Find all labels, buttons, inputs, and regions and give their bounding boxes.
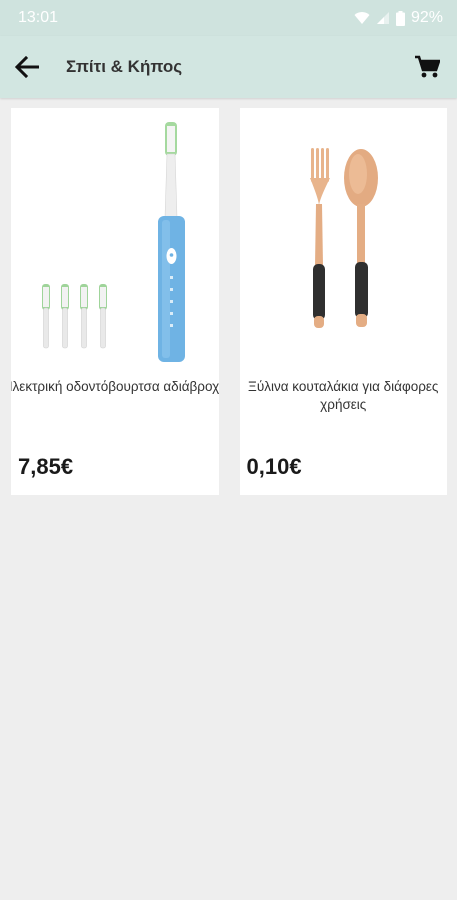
wooden-spoon: [343, 149, 378, 327]
product-price: 7,85€: [18, 454, 74, 479]
product-image-wooden-cutlery: [309, 148, 378, 328]
product-card[interactable]: Ξύλινα κουταλάκια για διάφορες χρήσεις 0…: [239, 108, 447, 495]
signal-icon: [376, 12, 389, 24]
back-button[interactable]: [12, 52, 42, 82]
cart-button[interactable]: [411, 51, 443, 83]
product-name: Ηλεκτρική οδοντόβουρτσα αδιάβροχη: [11, 379, 219, 394]
status-time: 13:01: [18, 9, 59, 26]
page-title: Σπίτι & Κήπος: [66, 57, 183, 76]
app-bar: Σπίτι & Κήπος: [0, 36, 457, 98]
battery-percent: 92%: [410, 9, 443, 26]
wifi-icon: [354, 12, 370, 24]
product-image-toothbrush: [42, 122, 185, 362]
spare-brush-heads: [42, 284, 107, 349]
status-icons: 92%: [354, 9, 443, 27]
status-bar: 13:01 92%: [0, 0, 457, 36]
product-card[interactable]: Ηλεκτρική οδοντόβουρτσα αδιάβροχη 7,85€: [11, 108, 219, 495]
product-price: 0,10€: [246, 454, 302, 479]
arrow-left-icon: [14, 56, 39, 78]
product-grid: Ηλεκτρική οδοντόβουρτσα αδιάβροχη 7,85€: [11, 108, 447, 495]
product-name: Ξύλινα κουταλάκια για διάφορες χρήσεις: [248, 379, 439, 412]
cart-icon: [415, 55, 440, 78]
toothbrush: [158, 122, 185, 362]
battery-icon: [395, 10, 405, 26]
wooden-fork: [309, 148, 330, 328]
